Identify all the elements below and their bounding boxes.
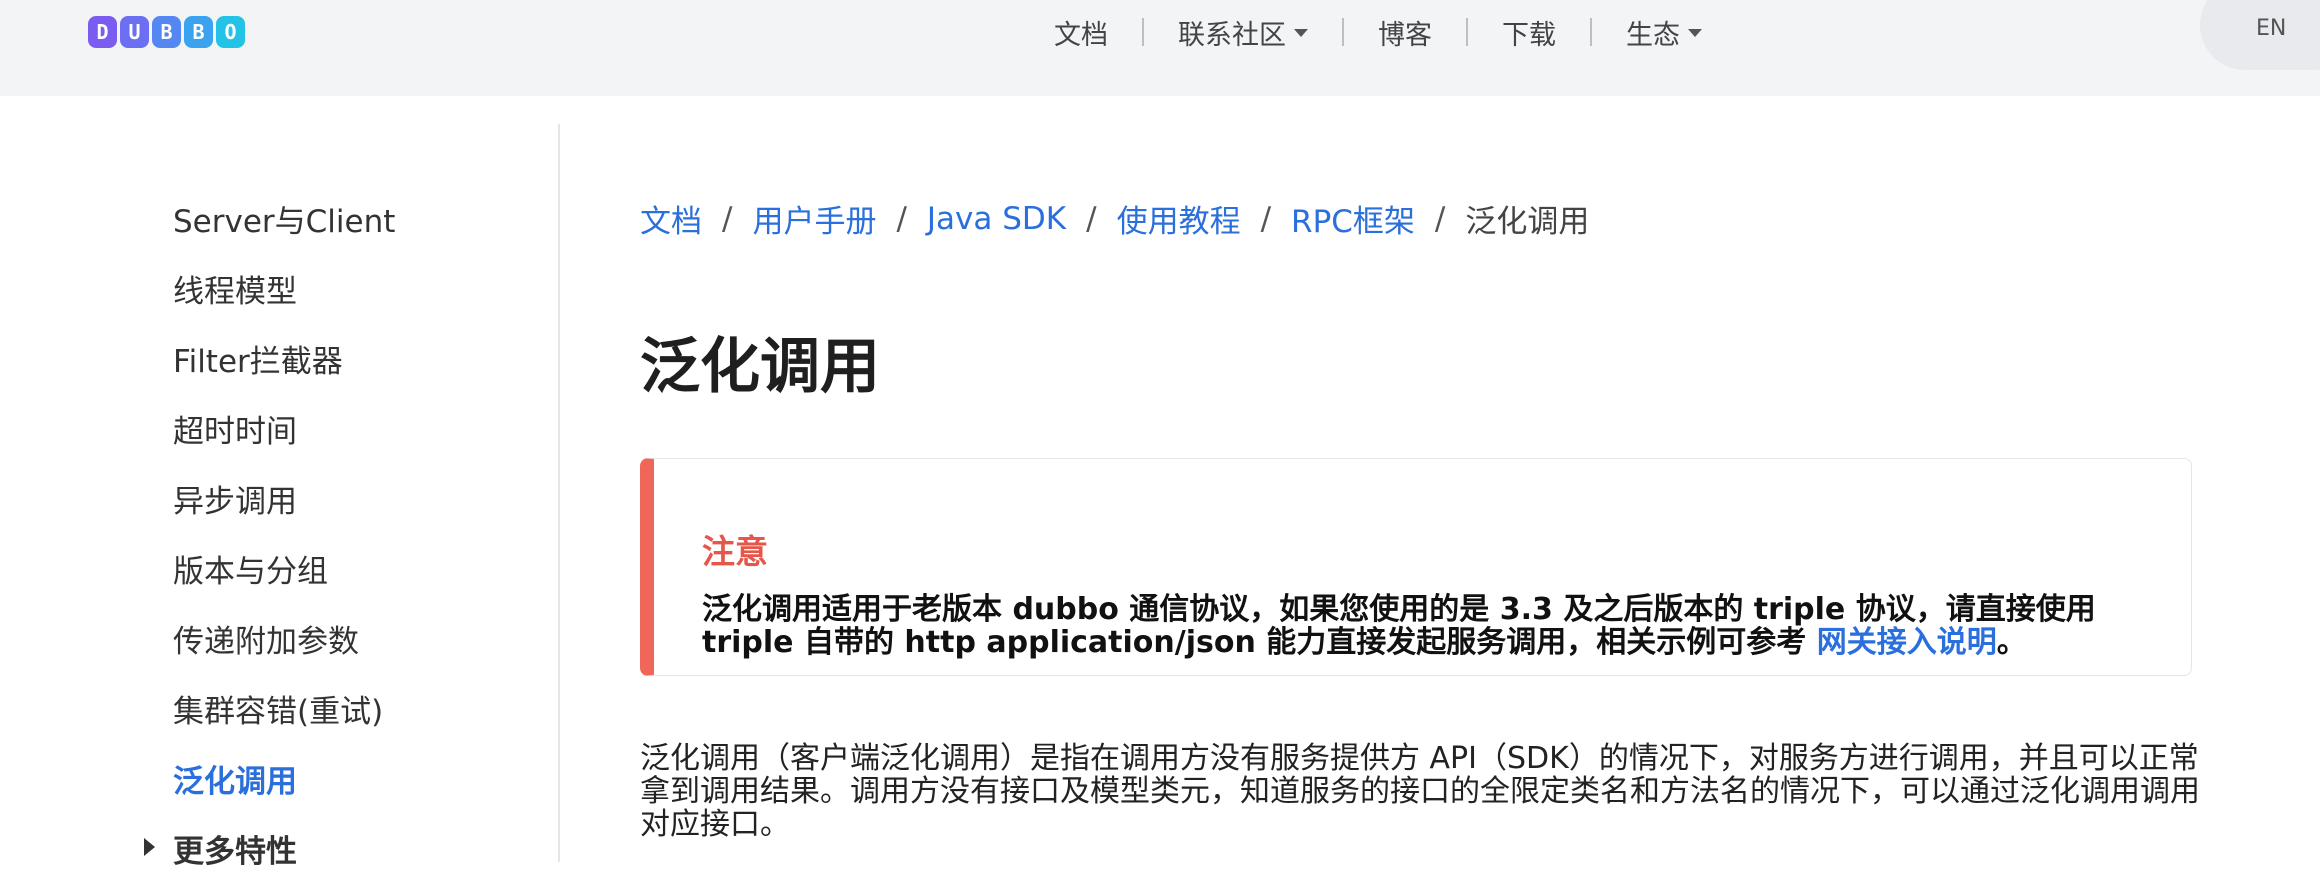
nav-label: 下载: [1502, 19, 1556, 51]
sidebar-item-cluster-retry[interactable]: 集群容错(重试): [173, 673, 543, 743]
nav-ecosystem[interactable]: 生态: [1626, 13, 1702, 52]
sidebar-item-label: 线程模型: [173, 273, 297, 310]
sidebar-item-label: 更多特性: [173, 833, 297, 870]
sidebar-item-label: 传递附加参数: [173, 623, 359, 660]
sidebar-item-attachments[interactable]: 传递附加参数: [173, 603, 543, 673]
sidebar-item-timeout[interactable]: 超时时间: [173, 393, 543, 463]
sidebar-item-generic-invoke[interactable]: 泛化调用: [173, 743, 543, 813]
sidebar-item-server-client[interactable]: Server与Client: [173, 183, 543, 253]
sidebar-item-async[interactable]: 异步调用: [173, 463, 543, 533]
top-navbar: D U B B O 文档 联系社区 博客 下载 生态 EN: [0, 0, 2320, 96]
sidebar-item-label: 异步调用: [173, 483, 297, 520]
gateway-doc-link[interactable]: 网关接入说明: [1817, 625, 1997, 660]
breadcrumb-separator: /: [1434, 200, 1446, 237]
chevron-down-icon: [1688, 29, 1702, 37]
alert-title: 注意: [702, 532, 768, 571]
language-switch[interactable]: EN: [2256, 16, 2286, 41]
dubbo-logo[interactable]: D U B B O: [88, 16, 245, 48]
sidebar-item-thread-model[interactable]: 线程模型: [173, 253, 543, 323]
sidebar-item-label: 超时时间: [173, 413, 297, 450]
breadcrumb-separator: /: [1086, 200, 1097, 237]
nav-divider: [1342, 18, 1344, 46]
chevron-down-icon: [1294, 29, 1308, 37]
page-title: 泛化调用: [640, 332, 880, 402]
logo-letter: O: [216, 16, 245, 48]
sidebar-item-label: 版本与分组: [173, 553, 328, 590]
sidebar-item-version-group[interactable]: 版本与分组: [173, 533, 543, 603]
sidebar-item-label: Server与Client: [173, 203, 396, 240]
nav-label: 生态: [1626, 19, 1680, 51]
breadcrumb-separator: /: [896, 200, 907, 237]
nav-label: 文档: [1054, 19, 1108, 51]
breadcrumb: 文档 / 用户手册 / Java SDK / 使用教程 / RPC框架 / 泛化…: [640, 196, 1589, 241]
alert-body: 泛化调用适用于老版本 dubbo 通信协议，如果您使用的是 3.3 及之后版本的…: [702, 593, 2182, 659]
notice-alert: 注意 泛化调用适用于老版本 dubbo 通信协议，如果您使用的是 3.3 及之后…: [640, 458, 2192, 676]
nav-label: 博客: [1378, 19, 1432, 51]
main-nav: 文档 联系社区 博客 下载 生态: [1054, 0, 1702, 64]
nav-divider: [1590, 18, 1592, 46]
intro-paragraph: 泛化调用（客户端泛化调用）是指在调用方没有服务提供方 API（SDK）的情况下，…: [640, 741, 2200, 842]
sidebar-item-filter[interactable]: Filter拦截器: [173, 323, 543, 393]
nav-divider: [1466, 18, 1468, 46]
sidebar-item-label: Filter拦截器: [173, 343, 343, 380]
breadcrumb-link-rpc[interactable]: RPC框架: [1291, 196, 1415, 241]
logo-letter: D: [88, 16, 117, 48]
breadcrumb-link-java-sdk[interactable]: Java SDK: [927, 201, 1066, 237]
breadcrumb-link-docs[interactable]: 文档: [640, 196, 702, 241]
sidebar-item-label: 集群容错(重试): [173, 693, 384, 730]
caret-right-icon[interactable]: [144, 838, 155, 856]
alert-period: 。: [1996, 625, 2027, 660]
nav-community[interactable]: 联系社区: [1178, 13, 1308, 52]
logo-letter: B: [152, 16, 181, 48]
logo-letter: U: [120, 16, 149, 48]
breadcrumb-separator: /: [1260, 200, 1272, 237]
sidebar-item-more-features[interactable]: 更多特性: [144, 813, 543, 883]
breadcrumb-link-tutorial[interactable]: 使用教程: [1117, 196, 1241, 241]
nav-blog[interactable]: 博客: [1378, 13, 1432, 52]
breadcrumb-current: 泛化调用: [1465, 204, 1590, 240]
breadcrumb-link-user-manual[interactable]: 用户手册: [752, 196, 876, 241]
nav-label: 联系社区: [1178, 19, 1286, 51]
sidebar-divider: [558, 124, 560, 862]
logo-letter: B: [184, 16, 213, 48]
nav-docs[interactable]: 文档: [1054, 13, 1108, 52]
nav-divider: [1142, 18, 1144, 46]
sidebar-item-label: 泛化调用: [173, 763, 297, 800]
breadcrumb-separator: /: [722, 200, 733, 237]
nav-download[interactable]: 下载: [1502, 13, 1556, 52]
docs-sidebar: Server与Client 线程模型 Filter拦截器 超时时间 异步调用 版…: [144, 183, 543, 883]
